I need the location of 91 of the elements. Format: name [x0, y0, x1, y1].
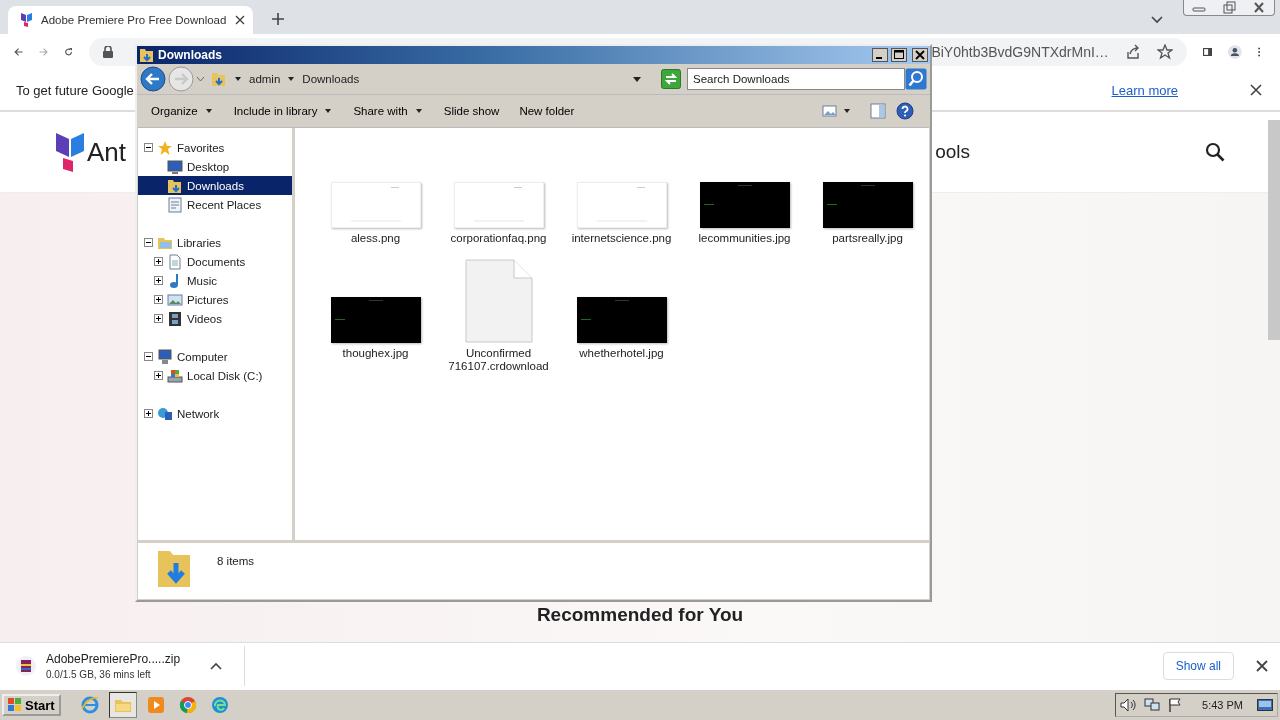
folder-icon [167, 177, 183, 194]
view-icon[interactable] [822, 104, 838, 118]
file-name[interactable]: internetscience.png [561, 232, 682, 245]
toolbar-button[interactable]: Slide show [437, 101, 506, 121]
refresh-icon[interactable] [661, 69, 681, 89]
folder-icon [211, 71, 227, 87]
tree-item[interactable]: Local Disk (C:) [138, 366, 292, 385]
download-filename[interactable]: AdobePremierePro.....zip [46, 652, 181, 666]
expander-icon[interactable] [154, 314, 163, 323]
search-field[interactable]: Search Downloads [687, 68, 905, 90]
file-name[interactable]: Unconfirmed 716107.crdownload [438, 347, 559, 373]
file-name[interactable]: whetherhotel.jpg [561, 347, 682, 360]
new-tab-icon[interactable] [271, 12, 285, 26]
scrollbar[interactable] [1268, 120, 1280, 340]
star-icon[interactable] [1156, 44, 1173, 60]
disk-drive-icon [167, 367, 183, 384]
share-icon[interactable] [1124, 44, 1141, 60]
info-text: To get future Google [16, 82, 134, 98]
flag-icon[interactable] [1168, 698, 1183, 712]
folder-icon[interactable] [108, 692, 137, 718]
close-icon[interactable] [912, 48, 928, 62]
file-name[interactable]: partsreally.jpg [807, 232, 928, 245]
maximize-icon[interactable] [891, 48, 907, 62]
show-desktop-icon[interactable] [1257, 699, 1273, 711]
nav-link[interactable]: ools [935, 141, 970, 163]
toolbar-button[interactable]: New folder [513, 101, 581, 121]
address-text[interactable]: BiY0htb3BvdG9NTXdrMnI… [931, 44, 1109, 60]
file-name[interactable]: thoughex.jpg [315, 347, 436, 360]
tree-item[interactable]: Favorites [138, 138, 292, 157]
tree-item[interactable]: Downloads [138, 176, 292, 195]
search-icon[interactable] [1205, 142, 1225, 162]
archive-icon [16, 656, 36, 676]
chevron-icon[interactable] [1151, 16, 1163, 24]
file-name[interactable]: corporationfaq.png [438, 232, 559, 245]
minimize-icon[interactable] [872, 48, 888, 62]
section-heading: Recommended for You [536, 604, 744, 626]
site-logo-icon [55, 131, 85, 173]
expander-icon[interactable] [154, 295, 163, 304]
star-icon [157, 139, 173, 156]
download-status: 0.0/1.5 GB, 36 mins left [46, 669, 152, 680]
expander-icon[interactable] [154, 371, 163, 380]
browser-tab[interactable]: Adobe Premiere Pro Free Download [8, 6, 253, 34]
file-name[interactable]: lecommunities.jpg [684, 232, 805, 245]
lock-icon [103, 46, 114, 58]
network-icon [157, 405, 173, 422]
tree-item[interactable]: Network [138, 404, 292, 423]
site-logo-icon [20, 12, 34, 28]
tree-item[interactable]: Recent Places [138, 195, 292, 214]
item-count: 8 items [217, 555, 255, 567]
address-field[interactable]: admin Downloads [207, 68, 649, 90]
expander-icon[interactable] [144, 409, 153, 418]
folder-icon [139, 47, 155, 63]
windows-logo-icon [8, 698, 22, 712]
tree-item[interactable]: Music [138, 271, 292, 290]
pictures-icon [167, 291, 183, 308]
clock[interactable]: 5:43 PM [1202, 699, 1243, 711]
close-icon[interactable] [235, 15, 245, 25]
caret-icon[interactable] [210, 662, 223, 670]
file-name[interactable]: aless.png [315, 232, 436, 245]
learn-more-link[interactable]: Learn more [1111, 82, 1178, 98]
show-all-button[interactable]: Show all [1162, 652, 1234, 680]
expander-icon[interactable] [144, 238, 153, 247]
tree-item[interactable]: Videos [138, 309, 292, 328]
film-icon [167, 310, 183, 327]
desktop-icon [167, 158, 183, 175]
recent-places-icon [167, 196, 183, 213]
expander-icon[interactable] [154, 257, 163, 266]
dropdown-icon[interactable] [196, 76, 205, 82]
site-logo-text: Ant [87, 136, 127, 168]
speaker-icon[interactable] [1120, 698, 1137, 712]
computer-icon [157, 348, 173, 365]
tree-item[interactable]: Pictures [138, 290, 292, 309]
back-icon[interactable] [140, 66, 166, 92]
tree-item[interactable]: Documents [138, 252, 292, 271]
start-button[interactable]: Start [2, 694, 61, 716]
toolbar-button[interactable]: Organize [145, 101, 220, 121]
help-icon[interactable] [896, 102, 914, 120]
tree-item[interactable]: Libraries [138, 233, 292, 252]
caret-icon[interactable] [844, 109, 850, 113]
close-icon[interactable] [1250, 84, 1262, 96]
close-icon[interactable] [1256, 660, 1268, 672]
toolbar-button[interactable]: Share with [347, 101, 430, 121]
expander-icon[interactable] [144, 352, 153, 361]
tree-item[interactable]: Desktop [138, 157, 292, 176]
toolbar-button[interactable]: Include in library [227, 101, 340, 121]
expander-icon[interactable] [154, 276, 163, 285]
document-icon [167, 253, 183, 270]
tree-item[interactable]: Computer [138, 347, 292, 366]
window-title: Downloads [158, 48, 222, 62]
network-icon[interactable] [1144, 698, 1161, 712]
expander-icon[interactable] [144, 143, 153, 152]
